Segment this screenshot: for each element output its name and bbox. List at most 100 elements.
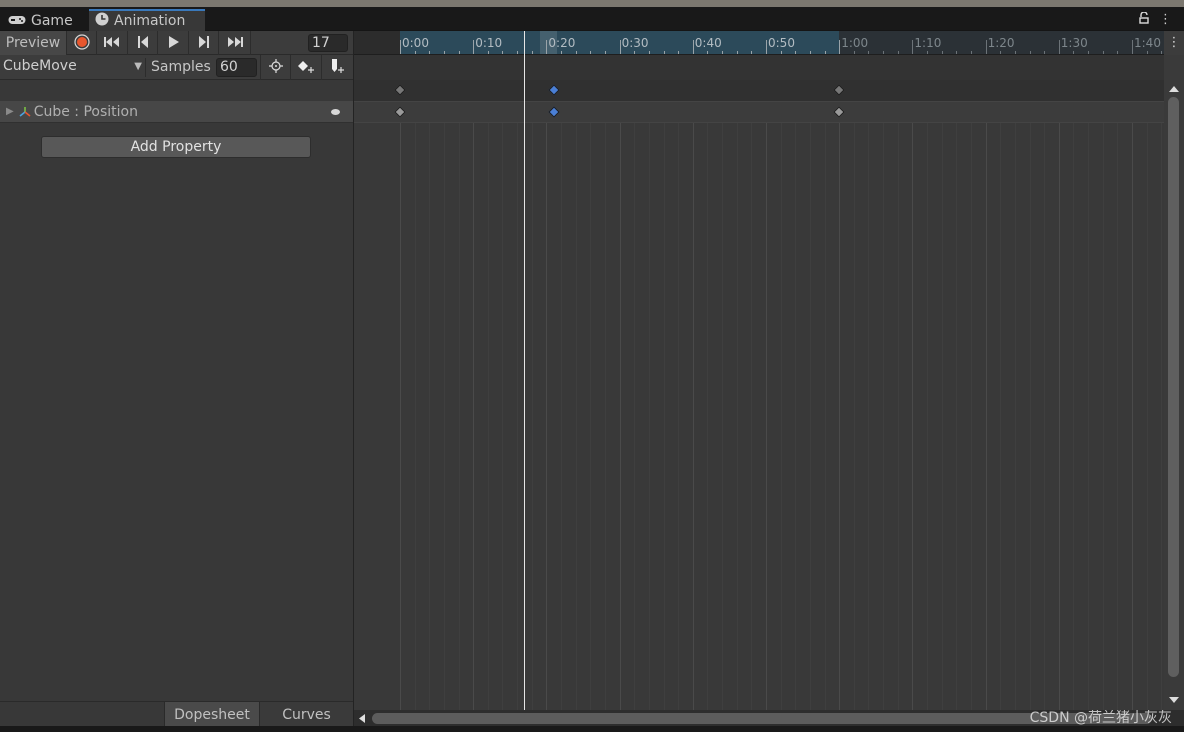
grid-line	[971, 80, 972, 710]
major-tick	[766, 40, 767, 54]
preview-button[interactable]: Preview	[0, 31, 67, 55]
minor-tick	[956, 51, 957, 54]
curves-tab[interactable]: Curves	[259, 702, 353, 727]
grid-line	[590, 80, 591, 710]
play-button[interactable]	[158, 31, 189, 55]
keyframe-grid[interactable]	[354, 80, 1164, 710]
grid-line	[1000, 80, 1001, 710]
ruler-menu-icon[interactable]: ⋮	[1164, 31, 1184, 55]
samples-label: Samples	[151, 59, 211, 75]
property-label: Cube : Position	[33, 103, 138, 120]
current-frame-field[interactable]: 17	[308, 34, 348, 52]
grid-line	[532, 80, 533, 710]
keyframe[interactable]	[833, 106, 845, 118]
hierarchy-pane: Preview 17 CubeMove ▼ Samples 60 ▶ Cube …	[0, 31, 353, 732]
grid-line	[620, 80, 621, 710]
tick-label: 0:20	[548, 36, 576, 50]
grid-line	[883, 80, 884, 710]
dropdown-arrow-icon: ▼	[134, 61, 142, 72]
playhead[interactable]	[524, 31, 525, 711]
keyframe[interactable]	[394, 106, 406, 118]
grid-line	[927, 80, 928, 710]
keyframe[interactable]	[394, 84, 406, 96]
add-event-button[interactable]	[321, 55, 351, 80]
expand-arrow-icon[interactable]: ▶	[6, 106, 14, 117]
grid-line	[561, 80, 562, 710]
grid-line	[898, 80, 899, 710]
vertical-scrollbar[interactable]	[1164, 55, 1184, 710]
watermark: CSDN @荷兰猪小灰灰	[1029, 710, 1172, 726]
minor-tick	[1000, 51, 1001, 54]
tab-game[interactable]: Game	[2, 10, 79, 31]
major-tick	[912, 40, 913, 54]
last-keyframe-button[interactable]	[219, 31, 251, 55]
minor-tick	[1044, 51, 1045, 54]
transform-axis-icon	[18, 105, 32, 119]
vertical-scroll-thumb[interactable]	[1168, 97, 1179, 677]
grid-line	[693, 80, 694, 710]
grid-line	[1161, 80, 1162, 710]
grid-line	[1044, 80, 1045, 710]
scroll-down-icon[interactable]	[1169, 697, 1179, 704]
clip-name: CubeMove	[3, 58, 77, 74]
minor-tick	[429, 51, 430, 54]
samples-input[interactable]: 60	[216, 58, 257, 77]
tab-animation[interactable]: Animation	[89, 9, 205, 31]
add-property-button[interactable]: Add Property	[41, 136, 311, 158]
grid-line	[488, 80, 489, 710]
record-icon	[73, 33, 90, 53]
scroll-left-icon[interactable]	[359, 714, 365, 723]
grid-line	[502, 80, 503, 710]
view-mode-bar: Dopesheet Curves	[0, 701, 353, 727]
minor-tick	[1088, 51, 1089, 54]
minor-tick	[854, 51, 855, 54]
skip-to-end-icon	[227, 36, 243, 50]
minor-tick	[868, 51, 869, 54]
major-tick	[546, 40, 547, 54]
add-keyframe-button[interactable]	[290, 55, 320, 80]
dopesheet-tab[interactable]: Dopesheet	[164, 702, 259, 727]
keyframe[interactable]	[833, 84, 845, 96]
next-keyframe-button[interactable]	[189, 31, 219, 55]
skip-to-start-icon	[104, 36, 120, 50]
status-bar	[0, 726, 1184, 732]
scroll-up-icon[interactable]	[1169, 85, 1179, 92]
kebab-menu-icon[interactable]: ⋮	[1159, 12, 1172, 28]
minor-tick	[1117, 51, 1118, 54]
property-row[interactable]: ▶ Cube : Position	[0, 101, 353, 123]
tick-label: 0:10	[475, 36, 503, 50]
tick-label: 1:40	[1134, 36, 1161, 50]
minor-tick	[590, 51, 591, 54]
grid-line	[1030, 80, 1031, 710]
record-button[interactable]	[67, 31, 97, 55]
property-options-icon[interactable]	[331, 109, 340, 115]
grid-line	[722, 80, 723, 710]
first-keyframe-button[interactable]	[97, 31, 128, 55]
grid-line	[415, 80, 416, 710]
grid-line	[956, 80, 957, 710]
minor-tick	[825, 51, 826, 54]
previous-keyframe-button[interactable]	[128, 31, 158, 55]
grid-line	[473, 80, 474, 710]
grid-line	[1088, 80, 1089, 710]
event-row[interactable]	[354, 55, 1164, 80]
summary-key-row[interactable]	[354, 80, 1164, 101]
grid-line	[1073, 80, 1074, 710]
minor-tick	[561, 51, 562, 54]
keyframe-selected[interactable]	[548, 84, 560, 96]
minor-tick	[810, 51, 811, 54]
minor-tick	[605, 51, 606, 54]
lock-icon[interactable]	[1139, 11, 1149, 28]
keyframe-selected[interactable]	[548, 106, 560, 118]
playback-toolbar: Preview 17	[0, 31, 353, 55]
crosshair-icon	[268, 58, 283, 77]
minor-tick	[517, 51, 518, 54]
grid-line	[678, 80, 679, 710]
time-ruler[interactable]: 0:00 0:10 0:20 0:30 0:40 0:50 1:00 1:10 1:20 1:30…	[354, 31, 1164, 55]
minor-tick	[444, 51, 445, 54]
snap-button[interactable]	[260, 55, 290, 80]
clip-dropdown[interactable]: CubeMove ▼	[3, 58, 146, 77]
grid-line	[1132, 80, 1133, 710]
property-key-row[interactable]	[354, 101, 1164, 123]
minor-tick	[722, 51, 723, 54]
